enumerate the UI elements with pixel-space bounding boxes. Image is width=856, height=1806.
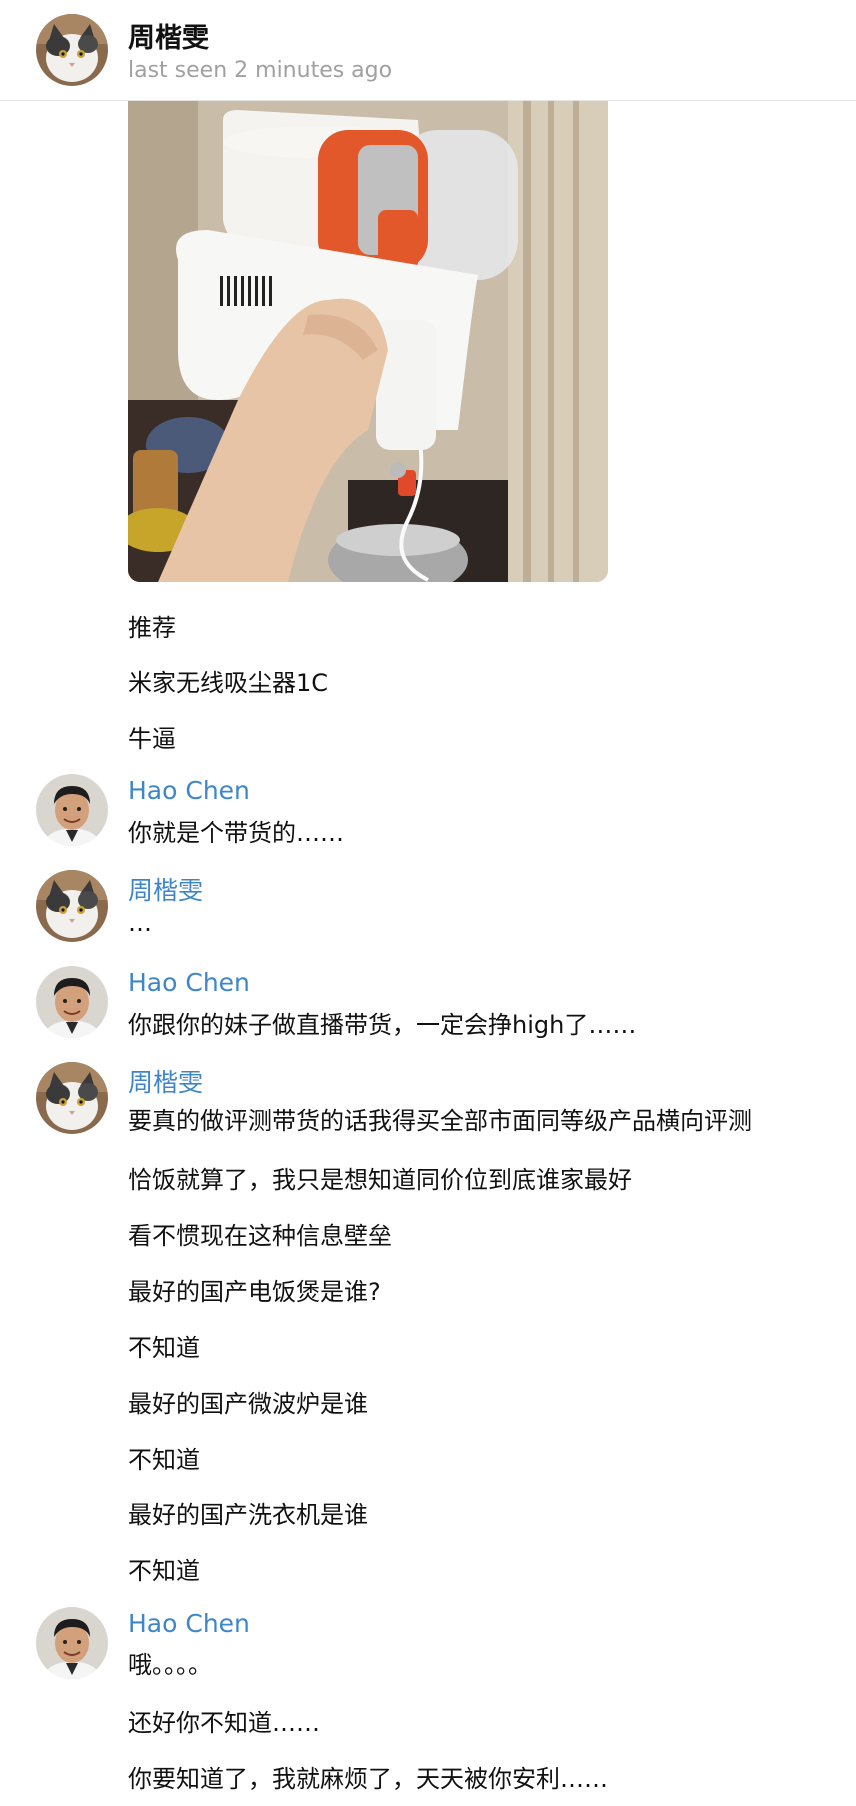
cat-avatar-icon[interactable] — [36, 870, 108, 942]
message-text: 恰饭就算了，我只是想知道同价位到底谁家最好 — [128, 1166, 632, 1194]
man-avatar-icon[interactable] — [36, 1607, 108, 1679]
message-text: 看不惯现在这种信息壁垒 — [128, 1222, 392, 1250]
sender-name[interactable]: Hao Chen — [128, 1609, 250, 1638]
photo-message[interactable] — [128, 100, 608, 582]
sender-name[interactable]: Hao Chen — [128, 776, 250, 805]
message-text: 推荐 — [128, 614, 176, 642]
man-avatar-icon[interactable] — [36, 966, 108, 1038]
message-text: 最好的国产电饭煲是谁? — [128, 1278, 381, 1306]
last-seen-status: last seen 2 minutes ago — [128, 58, 393, 83]
cat-avatar-icon[interactable] — [36, 14, 108, 86]
message-text: 你要知道了，我就麻烦了，天天被你安利…… — [128, 1765, 608, 1793]
message-text: 牛逼 — [128, 725, 176, 753]
message-text: 要真的做评测带货的话我得买全部市面同等级产品横向评测 — [128, 1107, 752, 1135]
message-text: … — [128, 909, 152, 937]
cat-avatar-icon[interactable] — [36, 1062, 108, 1134]
man-avatar-icon[interactable] — [36, 774, 108, 846]
message-text: 你跟你的妹子做直播带货，一定会挣high了…… — [128, 1011, 637, 1039]
message-text: 你就是个带货的…… — [128, 819, 344, 847]
sender-name[interactable]: 周楷雯 — [128, 871, 203, 907]
message-text: 还好你不知道…… — [128, 1709, 320, 1737]
message-text: 不知道 — [128, 1334, 200, 1362]
message-text: 不知道 — [128, 1557, 200, 1585]
sender-name[interactable]: 周楷雯 — [128, 1063, 203, 1099]
message-text: 最好的国产洗衣机是谁 — [128, 1501, 368, 1529]
chat-header: 周楷雯 last seen 2 minutes ago — [0, 0, 856, 101]
message-text: 不知道 — [128, 1446, 200, 1474]
chat-title[interactable]: 周楷雯 — [128, 16, 209, 55]
message-text: 最好的国产微波炉是谁 — [128, 1390, 368, 1418]
sender-name[interactable]: Hao Chen — [128, 968, 250, 997]
message-text: 米家无线吸尘器1C — [128, 669, 329, 697]
message-text: 哦。。。。 — [128, 1651, 212, 1679]
